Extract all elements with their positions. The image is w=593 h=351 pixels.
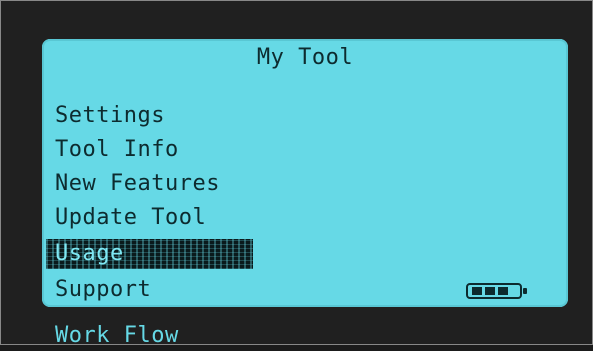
screen-title: My Tool <box>256 45 354 70</box>
menu-item-work-flow[interactable]: Work Flow <box>55 321 179 351</box>
battery-cell <box>498 287 508 295</box>
battery-icon <box>466 283 527 299</box>
battery-cell <box>472 287 482 295</box>
menu-item-update-tool[interactable]: Update Tool <box>55 203 206 233</box>
battery-cell <box>485 287 495 295</box>
menu-item-settings[interactable]: Settings <box>55 101 165 131</box>
menu-item-usage[interactable]: Usage <box>46 239 253 269</box>
menu-item-support[interactable]: Support <box>55 275 151 305</box>
device-bezel: My Tool Settings Tool Info New Features … <box>0 0 593 348</box>
menu-item-new-features[interactable]: New Features <box>55 169 220 199</box>
menu-item-tool-info[interactable]: Tool Info <box>55 135 179 165</box>
lcd-screen: My Tool Settings Tool Info New Features … <box>42 39 568 307</box>
